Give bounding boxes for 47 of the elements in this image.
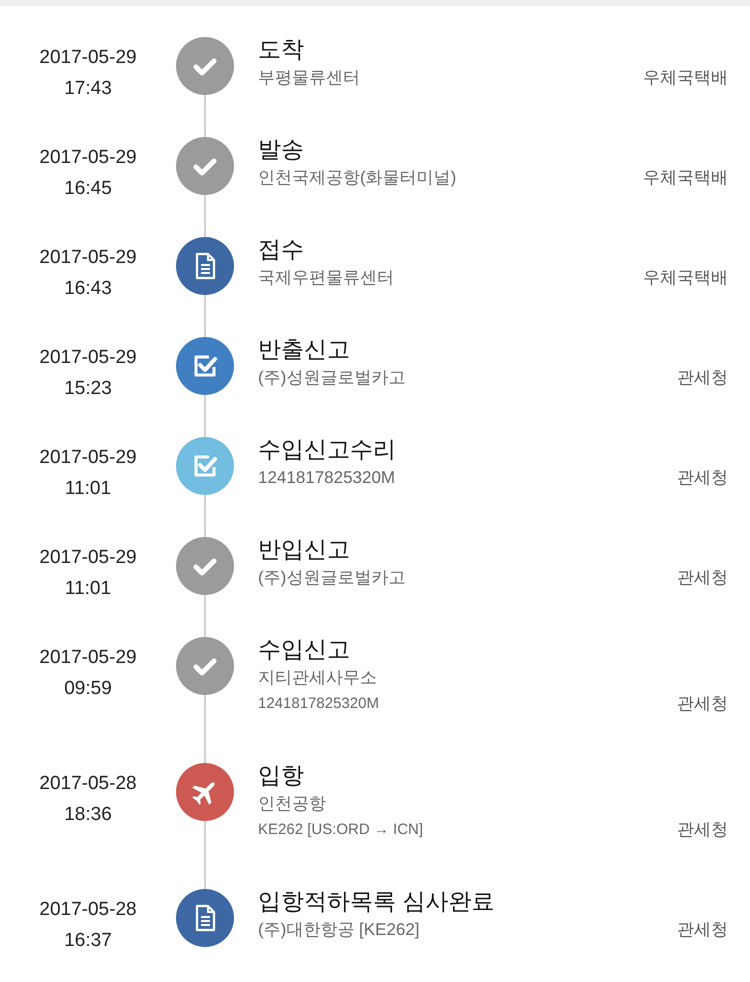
carrier-label: 관세청 [677,367,728,389]
event-title: 입항 [258,761,305,790]
event-time: 09:59 [64,677,112,701]
event-title: 반출신고 [258,335,351,364]
event-date: 2017-05-29 [39,46,137,70]
event-time: 15:23 [64,377,112,401]
event-detail: 인천국제공항(화물터미널) [258,167,458,189]
event-date: 2017-05-28 [39,772,137,796]
event-time: 16:43 [64,277,112,301]
event-time: 11:01 [64,477,112,501]
event-title: 입항적하목록 심사완료 [258,887,496,916]
event-time: 17:43 [64,77,112,101]
event-detail: 지티관세사무소 [258,667,378,689]
carrier-label: 관세청 [677,567,728,589]
event-date: 2017-05-29 [39,646,137,670]
event-date: 2017-05-29 [39,346,137,370]
carrier-label: 우체국택배 [643,267,728,289]
event-date: 2017-05-29 [39,146,137,170]
event-detail: (주)성원글로벌카고 [258,567,406,589]
carrier-label: 관세청 [677,919,728,941]
event-detail: 인천공항 [258,793,327,815]
event-title: 도착 [258,35,305,64]
carrier-label: 우체국택배 [643,67,728,89]
event-detail: 부평물류센터 [258,67,361,89]
event-date: 2017-05-28 [39,898,137,922]
event-time: 11:01 [64,577,112,601]
carrier-label: 관세청 [677,467,728,489]
event-title: 반입신고 [258,535,351,564]
event-date: 2017-05-29 [39,546,137,570]
event-date: 2017-05-29 [39,246,137,270]
carrier-label: 우체국택배 [643,167,728,189]
event-time: 16:37 [64,929,112,953]
event-detail: 국제우편물류센터 [258,267,395,289]
carrier-label: 관세청 [677,693,728,715]
event-time: 18:36 [64,803,112,827]
event-time: 16:45 [64,177,112,201]
event-detail: (주)대한항공 [KE262] [258,919,421,941]
event-title: 접수 [258,235,305,264]
carrier-label: 관세청 [677,819,728,841]
event-title: 발송 [258,135,305,164]
event-title: 수입신고 [258,635,351,664]
event-detail: 1241817825320M [258,467,396,489]
event-detail: (주)성원글로벌카고 [258,367,406,389]
event-date: 2017-05-29 [39,446,137,470]
event-detail: KE262 [US:ORD → ICN] [258,820,424,840]
event-detail: 1241817825320M [258,694,380,714]
event-title: 수입신고수리 [258,435,397,464]
